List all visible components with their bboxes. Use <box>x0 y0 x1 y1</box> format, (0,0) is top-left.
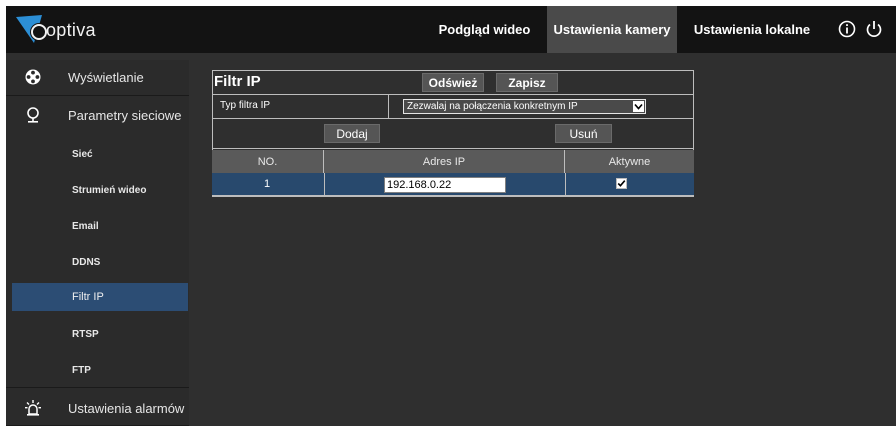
add-button[interactable]: Dodaj <box>324 124 380 143</box>
divider <box>6 387 189 388</box>
brand-name: optiva <box>46 20 96 40</box>
column-header-no: NO. <box>212 150 324 173</box>
divider <box>6 95 189 96</box>
column-header-active: Aktywne <box>565 150 694 173</box>
nav-camera-settings[interactable]: Ustawienia kamery <box>547 6 677 53</box>
sidebar: Wyświetlanie Parametry sieciowe Sieć Str… <box>6 60 189 426</box>
divider <box>324 173 325 195</box>
panel-title: Filtr IP <box>214 73 261 90</box>
brand-logo[interactable]: optiva <box>6 6 116 53</box>
globe-icon <box>27 107 39 123</box>
row-number: 1 <box>264 178 271 190</box>
sidebar-item-label: Sieć <box>72 149 93 160</box>
film-reel-icon <box>25 69 41 85</box>
save-button[interactable]: Zapisz <box>496 73 558 92</box>
sidebar-item-rtsp[interactable]: RTSP <box>12 320 188 348</box>
ip-address-input[interactable] <box>384 177 506 193</box>
delete-button[interactable]: Usuń <box>555 124 612 143</box>
chevron-down-icon <box>633 101 644 112</box>
power-icon[interactable] <box>864 19 884 39</box>
sidebar-group-label: Parametry sieciowe <box>68 108 182 123</box>
divider <box>565 173 566 195</box>
sidebar-item-label: RTSP <box>72 329 99 340</box>
nav-local-settings[interactable]: Ustawienia lokalne <box>678 6 826 53</box>
actions-row: Dodaj Usuń <box>212 119 694 149</box>
sidebar-group-label: Wyświetlanie <box>68 70 144 85</box>
alarm-light-icon <box>25 400 41 416</box>
app-window: optiva Podgląd wideo Ustawienia kamery U… <box>6 6 896 426</box>
sidebar-item-video-stream[interactable]: Strumień wideo <box>12 176 188 204</box>
nav-video-preview[interactable]: Podgląd wideo <box>431 6 538 53</box>
sidebar-item-ip-filter[interactable]: Filtr IP <box>12 283 188 311</box>
ip-filter-panel: Filtr IP Odśwież Zapisz Typ filtra IP Ze… <box>212 70 694 197</box>
sidebar-item-label: DDNS <box>72 257 101 268</box>
sidebar-group-network[interactable]: Parametry sieciowe <box>6 98 189 133</box>
sidebar-group-label: Ustawienia alarmów <box>68 401 185 416</box>
filter-type-label: Typ filtra IP <box>220 100 271 111</box>
sidebar-item-label: Filtr IP <box>72 291 104 303</box>
sidebar-item-ftp[interactable]: FTP <box>12 356 188 384</box>
info-icon[interactable] <box>837 19 857 39</box>
column-header-ip: Adres IP <box>324 150 565 173</box>
filter-type-select[interactable]: Zezwalaj na połączenia konkretnym IP <box>403 99 646 114</box>
sidebar-item-email[interactable]: Email <box>12 212 188 240</box>
refresh-button[interactable]: Odśwież <box>422 73 484 92</box>
sidebar-item-network[interactable]: Sieć <box>12 140 188 168</box>
active-checkbox[interactable] <box>616 178 627 189</box>
divider <box>388 95 389 118</box>
top-bar: optiva Podgląd wideo Ustawienia kamery U… <box>6 6 896 53</box>
sidebar-item-label: FTP <box>72 365 91 376</box>
filter-type-value: Zezwalaj na połączenia konkretnym IP <box>407 101 578 112</box>
sidebar-group-display[interactable]: Wyświetlanie <box>6 60 189 95</box>
sidebar-item-ddns[interactable]: DDNS <box>12 248 188 276</box>
checkmark-icon <box>617 180 626 187</box>
sidebar-item-label: Email <box>72 221 99 232</box>
sidebar-item-label: Strumień wideo <box>72 185 147 196</box>
panel-header-row: Filtr IP Odśwież Zapisz <box>212 70 694 95</box>
sidebar-group-alarms[interactable]: Ustawienia alarmów <box>6 391 189 426</box>
table-row[interactable]: 1 <box>212 173 694 196</box>
filter-type-row: Typ filtra IP Zezwalaj na połączenia kon… <box>212 95 694 119</box>
